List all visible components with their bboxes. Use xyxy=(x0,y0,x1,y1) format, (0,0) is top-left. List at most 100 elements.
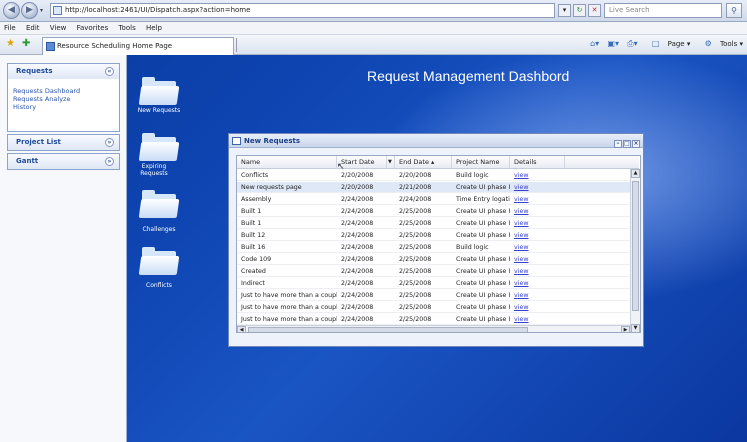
close-icon[interactable]: × xyxy=(632,140,640,148)
section-header-requests[interactable]: Requests « xyxy=(8,64,119,79)
cell-name: Assembly xyxy=(241,196,272,203)
table-row[interactable]: Code 109 2/24/2008 2/25/2008 Create UI phas… xyxy=(237,254,630,265)
sidebar-link-requests-analyze[interactable]: Requests Analyze xyxy=(13,95,113,103)
refresh-icon[interactable]: ↻ xyxy=(573,4,586,17)
forward-arrow-icon[interactable]: ▶ xyxy=(21,2,38,19)
cell-end: 2/25/2008 xyxy=(399,232,432,239)
tab-title: Resource Scheduling Home Page xyxy=(57,42,173,50)
view-link[interactable]: view xyxy=(510,206,550,217)
collapse-icon[interactable]: « xyxy=(105,67,114,76)
folder-icon-expiring-requests[interactable] xyxy=(138,131,180,161)
view-link[interactable]: view xyxy=(510,230,550,241)
sidebar-link-history[interactable]: History xyxy=(13,103,113,111)
folder-icon-conflicts[interactable] xyxy=(138,245,180,275)
cell-end: 2/20/2008 xyxy=(399,172,432,179)
view-link[interactable]: view xyxy=(510,218,550,229)
section-header-gantt[interactable]: Gantt » xyxy=(8,154,119,169)
tools-menu[interactable]: ⚙ Tools ▾ xyxy=(699,39,743,48)
cell-name: Conflicts xyxy=(241,172,269,179)
cell-project: Create UI phase I... xyxy=(456,256,510,263)
table-row[interactable]: Built 12 2/24/2008 2/25/2008 Create UI phas… xyxy=(237,230,630,241)
browser-tab[interactable]: Resource Scheduling Home Page xyxy=(42,37,234,55)
dialog-title-bar[interactable]: New Requests – □ × xyxy=(229,134,643,148)
expand-icon[interactable]: » xyxy=(105,157,114,166)
horizontal-scroll-thumb[interactable] xyxy=(248,327,528,332)
menu-file[interactable]: File xyxy=(4,22,16,35)
menu-edit[interactable]: Edit xyxy=(26,22,40,35)
table-row[interactable]: Just to have more than a coupl... 2/24/20… xyxy=(237,290,630,301)
folder-label-challenges[interactable]: Challenges xyxy=(124,226,194,233)
favorites-bar: ★ ✚ Resource Scheduling Home Page ⌂▾ ▣▾ … xyxy=(0,35,747,55)
feeds-icon[interactable]: ▣▾ xyxy=(607,39,619,48)
scroll-down-icon[interactable]: ▼ xyxy=(631,324,640,332)
window-icon xyxy=(232,137,241,145)
page-menu[interactable]: □ Page ▾ xyxy=(646,39,691,48)
table-row[interactable]: Just to have more than a coupl... 2/24/20… xyxy=(237,314,630,325)
home-icon[interactable]: ⌂▾ xyxy=(590,39,599,48)
section-header-project-list[interactable]: Project List » xyxy=(8,135,119,150)
view-link[interactable]: view xyxy=(510,278,550,289)
favorites-star-icon[interactable]: ★ xyxy=(6,38,15,49)
scroll-thumb[interactable] xyxy=(632,181,639,311)
table-row[interactable]: New requests page 2/20/2008 2/21/2008 Creat… xyxy=(237,182,630,193)
maximize-icon[interactable]: □ xyxy=(623,140,631,148)
table-row[interactable]: Built 16 2/24/2008 2/25/2008 Build logic vie… xyxy=(237,242,630,253)
column-menu-dropdown-icon[interactable]: ▼ xyxy=(387,156,395,169)
view-link[interactable]: view xyxy=(510,242,550,253)
print-icon[interactable]: ⎙▾ xyxy=(627,39,637,48)
table-row[interactable]: Built 1 2/24/2008 2/25/2008 Create UI phase… xyxy=(237,206,630,217)
history-dropdown-icon[interactable]: ▾ xyxy=(40,7,43,14)
scroll-up-icon[interactable]: ▲ xyxy=(631,169,640,178)
address-dropdown-icon[interactable]: ▾ xyxy=(558,4,571,17)
menu-favorites[interactable]: Favorites xyxy=(77,22,109,35)
vertical-scrollbar[interactable]: ▲ ▼ xyxy=(630,169,640,332)
cell-start: 2/24/2008 xyxy=(341,220,374,227)
minimize-icon[interactable]: – xyxy=(614,140,622,148)
search-icon[interactable]: ⚲ xyxy=(726,3,742,18)
cell-name: Built 12 xyxy=(241,232,266,239)
scroll-left-icon[interactable]: ◀ xyxy=(237,326,246,332)
cell-name: Created xyxy=(241,268,266,275)
view-link[interactable]: view xyxy=(510,290,550,301)
column-header-name[interactable]: Name xyxy=(237,156,337,169)
table-row[interactable]: Conflicts 2/20/2008 2/20/2008 Build logic vi… xyxy=(237,170,630,181)
cell-start: 2/24/2008 xyxy=(341,208,374,215)
cell-project: Create UI phase I... xyxy=(456,280,510,287)
expand-icon[interactable]: » xyxy=(105,138,114,147)
table-row[interactable]: Assembly 2/24/2008 2/24/2008 Time Entry log… xyxy=(237,194,630,205)
stop-icon[interactable]: ✕ xyxy=(588,4,601,17)
search-input[interactable]: Live Search xyxy=(604,3,722,18)
table-row[interactable]: Just to have more than a coupl... 2/24/20… xyxy=(237,302,630,313)
scroll-right-icon[interactable]: ▶ xyxy=(621,326,630,332)
view-link[interactable]: view xyxy=(510,254,550,265)
folder-label-conflicts[interactable]: Conflicts xyxy=(124,282,194,289)
cell-end: 2/25/2008 xyxy=(399,208,432,215)
menu-help[interactable]: Help xyxy=(146,22,162,35)
command-bar: ⌂▾ ▣▾ ⎙▾ □ Page ▾ ⚙ Tools ▾ xyxy=(584,39,743,49)
view-link[interactable]: view xyxy=(510,302,550,313)
table-row[interactable]: Created 2/24/2008 2/25/2008 Create UI phase… xyxy=(237,266,630,277)
cell-start: 2/24/2008 xyxy=(341,292,374,299)
view-link[interactable]: view xyxy=(510,314,550,325)
add-favorite-icon[interactable]: ✚ xyxy=(22,38,30,49)
sidebar-link-requests-dashboard[interactable]: Requests Dashboard xyxy=(13,87,113,95)
folder-icon-challenges[interactable] xyxy=(138,188,180,218)
column-header-end-date[interactable]: End Date ▴ xyxy=(395,156,452,169)
back-arrow-icon[interactable]: ◀ xyxy=(3,2,20,19)
view-link[interactable]: view xyxy=(510,170,550,181)
menu-view[interactable]: View xyxy=(50,22,67,35)
menu-tools[interactable]: Tools xyxy=(118,22,135,35)
folder-label-expiring-requests[interactable]: Expiring Requests xyxy=(134,163,174,177)
column-header-details[interactable]: Details xyxy=(510,156,565,169)
table-row[interactable]: Built 1 2/24/2008 2/25/2008 Create UI phase… xyxy=(237,218,630,229)
view-link[interactable]: view xyxy=(510,182,550,193)
horizontal-scrollbar[interactable]: ◀ ▶ xyxy=(237,325,630,332)
folder-icon-new-requests[interactable] xyxy=(138,75,180,105)
view-link[interactable]: view xyxy=(510,266,550,277)
url-input[interactable]: http://localhost:2461/UI/Dispatch.aspx?a… xyxy=(50,3,555,18)
cell-end: 2/25/2008 xyxy=(399,244,432,251)
folder-label-new-requests[interactable]: New Requests xyxy=(124,107,194,114)
view-link[interactable]: view xyxy=(510,194,550,205)
column-header-project-name[interactable]: Project Name xyxy=(452,156,510,169)
table-row[interactable]: Indirect 2/24/2008 2/25/2008 Create UI phas… xyxy=(237,278,630,289)
